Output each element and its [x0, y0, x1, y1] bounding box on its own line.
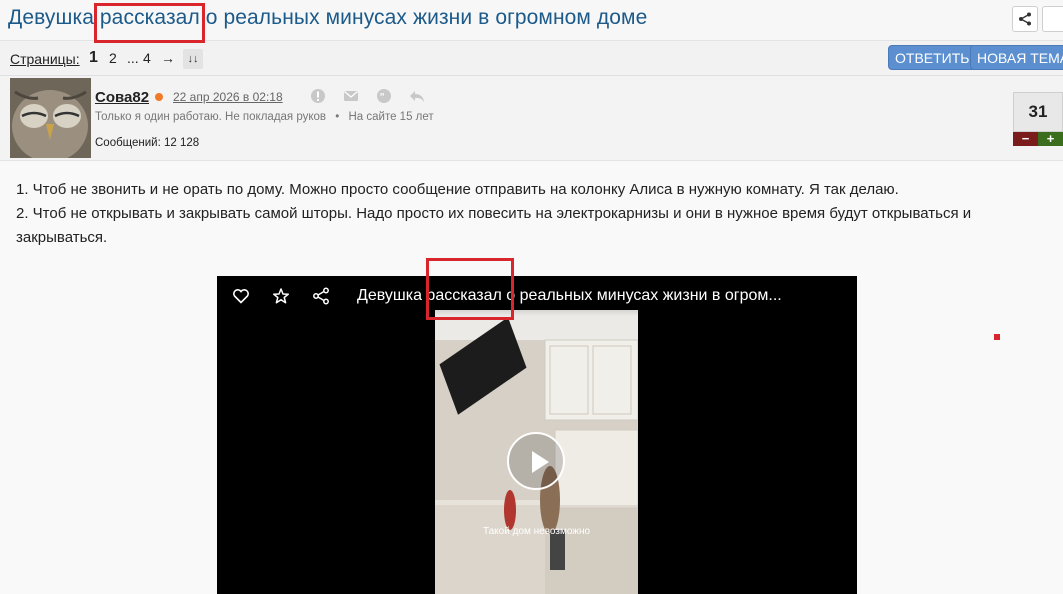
reply-icon[interactable]: [409, 88, 425, 104]
post-date[interactable]: 22 апр 2026 в 02:18: [173, 90, 283, 104]
highlight-box-title: [94, 3, 205, 43]
online-indicator: [155, 93, 163, 101]
quote-icon[interactable]: ": [376, 88, 392, 104]
video-share-icon[interactable]: [312, 287, 330, 305]
last-page-button[interactable]: ↓↓: [183, 49, 203, 69]
post-paragraph-2: 2. Чтоб не открывать и закрывать самой ш…: [16, 205, 972, 246]
new-topic-button[interactable]: НОВАЯ ТЕМА: [970, 45, 1063, 70]
page-4[interactable]: 4: [143, 50, 151, 66]
video-caption: Такой дом невозможно: [482, 526, 591, 537]
status-separator: •: [335, 111, 340, 123]
play-button[interactable]: [507, 432, 565, 490]
page-1[interactable]: 1: [89, 49, 98, 67]
rating-minus-button[interactable]: −: [1013, 132, 1038, 146]
rating-plus-button[interactable]: +: [1038, 132, 1063, 146]
owl-avatar-icon: [10, 78, 91, 158]
rating-value: 31: [1013, 92, 1063, 132]
page-2[interactable]: 2: [109, 50, 117, 66]
more-button[interactable]: [1042, 6, 1063, 32]
on-site-duration: На сайте 15 лет: [348, 111, 434, 123]
page-ellipsis: ...: [127, 50, 139, 66]
message-count: Сообщений: 12 128: [95, 137, 200, 149]
like-icon[interactable]: [232, 287, 250, 305]
author-name[interactable]: Сова82: [95, 89, 149, 106]
post-header: Сова82 22 апр 2026 в 02:18 " Только я од…: [0, 76, 1063, 161]
message-icon[interactable]: [343, 88, 359, 104]
post-paragraph-1: 1. Чтоб не звонить и не орать по дому. М…: [16, 181, 899, 198]
share-icon: [1019, 12, 1031, 26]
user-status-line: Только я один работаю. Не покладая руков…: [95, 111, 434, 123]
favorite-icon[interactable]: [272, 287, 290, 305]
report-icon[interactable]: [310, 88, 326, 104]
pagination-bar: Страницы: 1 2 ... 4 → ↓↓ ОТВЕТИТЬ НОВАЯ …: [0, 41, 1063, 76]
user-signature: Только я один работаю. Не покладая руков: [95, 111, 327, 123]
highlight-box-video-title: [426, 258, 514, 320]
post-body: 1. Чтоб не звонить и не орать по дому. М…: [0, 161, 1063, 594]
video-title[interactable]: Девушка рассказал о реальных минусах жиз…: [357, 287, 782, 305]
video-topbar: Девушка рассказал о реальных минусах жиз…: [217, 276, 857, 316]
share-button[interactable]: [1012, 6, 1038, 32]
reply-button[interactable]: ОТВЕТИТЬ: [888, 45, 977, 70]
pages-label[interactable]: Страницы:: [10, 51, 80, 67]
svg-text:": ": [380, 92, 385, 103]
next-page-arrow[interactable]: →: [161, 50, 175, 66]
post-rating: 31 − +: [1013, 92, 1063, 146]
video-player[interactable]: Девушка рассказал о реальных минусах жиз…: [217, 276, 857, 594]
annotation-dot: [994, 334, 1000, 340]
avatar[interactable]: [10, 78, 91, 158]
post-text: 1. Чтоб не звонить и не орать по дому. М…: [16, 178, 1036, 250]
